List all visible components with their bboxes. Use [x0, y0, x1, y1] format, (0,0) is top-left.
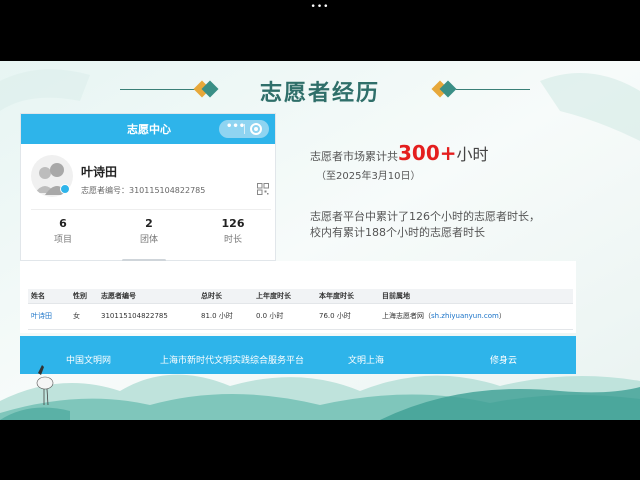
table-header-row: 姓名 性别 志愿者编号 总时长 上年度时长 本年度时长 目前属地	[28, 289, 573, 304]
stat-value: 126	[221, 217, 245, 230]
landscape-decoration	[0, 365, 640, 420]
slide-title: 志愿者经历	[259, 80, 380, 106]
cell-id: 310115104822785	[98, 303, 198, 330]
desc-line-1: 志愿者平台中累计了126个小时的志愿者时长，	[310, 210, 540, 223]
stat-value: 6	[59, 217, 67, 230]
capsule-divider	[244, 124, 245, 134]
stat-value: 2	[145, 217, 153, 230]
cell-gender: 女	[70, 303, 98, 330]
slide: 志愿者经历 志愿中心 ••• 叶诗田 志愿者编号：310115104822785…	[0, 61, 640, 420]
volunteer-id-value: 310115104822785	[129, 186, 206, 195]
total-hours-unit: 小时	[456, 145, 489, 164]
cell-last-year: 0.0 小时	[253, 303, 316, 330]
stat-label: 项目	[53, 235, 72, 245]
title-line-right	[456, 89, 530, 90]
hours-description: 志愿者平台中累计了126个小时的志愿者时长， 校内有累计188个小时的志愿者时长	[310, 209, 610, 241]
header-last-year: 上年度时长	[253, 289, 316, 304]
cell-location: 上海志愿者网（sh.zhiyuanyun.com）	[379, 303, 573, 330]
stat-label: 团体	[139, 235, 158, 245]
phone-card: 志愿中心 ••• 叶诗田 志愿者编号：310115104822785 6 项目 …	[20, 113, 276, 261]
close-target-icon[interactable]	[250, 123, 262, 135]
stat-label: 时长	[223, 235, 242, 245]
header-name: 姓名	[28, 289, 70, 304]
volunteer-id: 志愿者编号：310115104822785	[81, 185, 205, 196]
more-icon[interactable]: •••	[226, 121, 245, 132]
phone-header: 志愿中心 •••	[21, 114, 275, 144]
location-prefix: 上海志愿者网（	[382, 312, 431, 320]
multitask-indicator[interactable]: •••	[0, 2, 640, 12]
title-line-left	[120, 89, 198, 90]
header-location: 目前属地	[379, 289, 573, 304]
mini-program-capsule[interactable]: •••	[219, 120, 269, 138]
total-hours-prefix: 志愿者市场累计共	[310, 150, 398, 163]
profile-divider	[31, 209, 271, 210]
screen: ••• 志愿者经历 志愿中心 ••• 叶诗田 志愿者编号：31011510482…	[0, 0, 640, 480]
stat-hours[interactable]: 126 时长	[203, 217, 263, 245]
header-this-year: 本年度时长	[316, 289, 379, 304]
total-hours-value: 300+	[398, 141, 457, 165]
header-total: 总时长	[198, 289, 253, 304]
volunteer-id-label: 志愿者编号：	[81, 186, 129, 195]
stat-projects[interactable]: 6 项目	[33, 217, 93, 245]
cell-this-year: 76.0 小时	[316, 303, 379, 330]
verified-badge-icon	[60, 184, 70, 194]
location-suffix: ）	[498, 312, 506, 320]
volunteer-table-panel: 姓名 性别 志愿者编号 总时长 上年度时长 本年度时长 目前属地 叶诗田 女 3…	[20, 261, 576, 333]
user-name: 叶诗田	[81, 165, 118, 179]
total-hours-line: 志愿者市场累计共300+小时	[310, 141, 489, 165]
as-of-date: （至2025年3月10日）	[316, 171, 421, 182]
desc-line-2: 校内有累计188个小时的志愿者时长	[310, 226, 485, 239]
volunteer-table: 姓名 性别 志愿者编号 总时长 上年度时长 本年度时长 目前属地 叶诗田 女 3…	[28, 289, 573, 330]
table-row: 叶诗田 女 310115104822785 81.0 小时 0.0 小时 76.…	[28, 303, 573, 330]
profile-section: 叶诗田 志愿者编号：310115104822785 6 项目 2 团体 126 …	[31, 151, 271, 251]
header-id: 志愿者编号	[98, 289, 198, 304]
title-row: 志愿者经历	[0, 75, 640, 106]
cell-name[interactable]: 叶诗田	[28, 303, 70, 330]
header-gender: 性别	[70, 289, 98, 304]
cell-total: 81.0 小时	[198, 303, 253, 330]
location-link[interactable]: sh.zhiyuanyun.com	[431, 312, 499, 320]
stat-groups[interactable]: 2 团体	[119, 217, 179, 245]
qr-code-icon[interactable]	[257, 183, 269, 195]
